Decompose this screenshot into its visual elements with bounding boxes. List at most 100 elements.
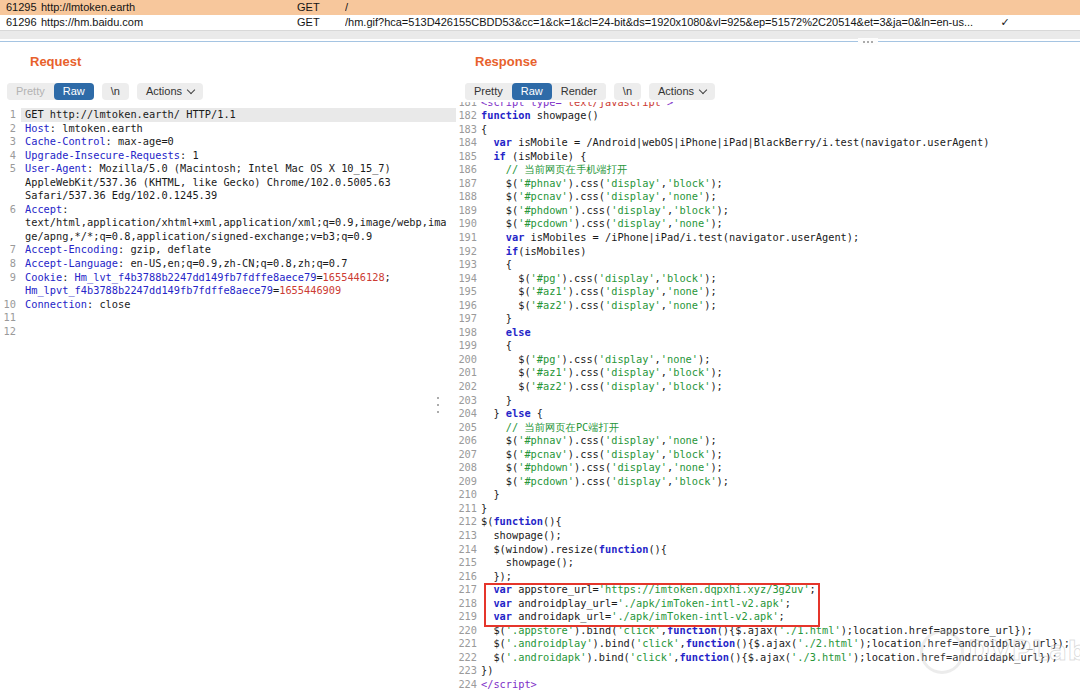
line-number: 8	[0, 257, 16, 271]
line-number: 4	[0, 149, 16, 163]
line-number: 2	[0, 122, 16, 136]
line-content: $(function(){	[481, 515, 562, 529]
chevron-down-icon	[699, 86, 707, 94]
code-line: 184 var isMobile = /Android|webOS|iPhone…	[458, 136, 1080, 150]
line-content: $('#pcnav').css('display','block');	[481, 448, 723, 462]
line-number: 183	[458, 123, 477, 137]
code-line: 207 $('#pcnav').css('display','block');	[458, 448, 1080, 462]
line-number: 204	[458, 407, 477, 421]
line-content: // 当前网页在手机端打开	[481, 163, 627, 177]
line-number: 214	[458, 543, 477, 557]
code-line: 3Cache-Control: max-age=0	[0, 135, 456, 149]
line-content: }	[481, 488, 500, 502]
history-row[interactable]: 61295http://lmtoken.earthGET/	[0, 0, 1080, 15]
code-line: 199 {	[458, 339, 1080, 353]
line-number: 191	[458, 231, 477, 245]
code-line: 222 $('.androidapk').bind('click',functi…	[458, 651, 1080, 665]
line-content: </script>	[481, 678, 537, 692]
code-line: 185 if (isMobile) {	[458, 150, 1080, 164]
line-number: 215	[458, 556, 477, 570]
code-line: 192 if(isMobiles)	[458, 245, 1080, 259]
code-line: 205 // 当前网页在PC端打开	[458, 421, 1080, 435]
line-content: }	[481, 312, 512, 326]
line-content: $('#phnav').css('display','block');	[481, 177, 723, 191]
code-line: 209 $('#pcdown').css('display','block');	[458, 475, 1080, 489]
line-number: 209	[458, 475, 477, 489]
chevron-down-icon	[187, 86, 195, 94]
code-line: 190 $('#pcdown').css('display','none');	[458, 217, 1080, 231]
line-number: 208	[458, 461, 477, 475]
line-number: 222	[458, 651, 477, 665]
line-number: 223	[458, 664, 477, 678]
history-cell-url: /	[345, 0, 990, 15]
line-number: 203	[458, 394, 477, 408]
horizontal-splitter[interactable]	[0, 30, 1080, 39]
line-content: function showpage()	[481, 109, 599, 123]
code-line: 210 }	[458, 488, 1080, 502]
code-line: 197 }	[458, 312, 1080, 326]
code-line: 196 $('#az2').css('display','none');	[458, 299, 1080, 313]
code-line: 187 $('#phnav').css('display','block');	[458, 177, 1080, 191]
tab-raw[interactable]: Raw	[54, 83, 94, 100]
tab-pretty[interactable]: Pretty	[7, 83, 54, 100]
line-content: if (isMobile) {	[481, 150, 586, 164]
line-number: 206	[458, 434, 477, 448]
line-number: 12	[0, 325, 16, 339]
tab-actions[interactable]: Actions	[649, 83, 715, 100]
request-editor[interactable]: 1GET http://lmtoken.earth/ HTTP/1.12Host…	[0, 108, 456, 338]
line-number: 211	[458, 502, 477, 516]
code-line: 213 showpage();	[458, 529, 1080, 543]
line-number: 11	[0, 311, 16, 325]
code-line: 7Accept-Encoding: gzip, deflate	[0, 243, 456, 257]
code-line: 6Accept: text/html,application/xhtml+xml…	[0, 203, 456, 244]
line-content: $('#phdown').css('display','none');	[481, 461, 723, 475]
panel-focus-border	[0, 41, 1080, 43]
annotation-highlight-box	[484, 583, 820, 627]
line-content: $('#az1').css('display','block');	[481, 366, 723, 380]
code-line: 12	[0, 325, 456, 339]
tab-pretty[interactable]: Pretty	[465, 83, 512, 100]
line-number: 185	[458, 150, 477, 164]
line-content: Cache-Control: max-age=0	[21, 135, 449, 149]
splitter-grip-icon[interactable]	[858, 38, 878, 45]
line-number: 193	[458, 258, 477, 272]
line-number: 199	[458, 339, 477, 353]
tab-raw[interactable]: Raw	[512, 83, 552, 100]
line-number: 197	[458, 312, 477, 326]
code-line: 191 var isMobiles = /iPhone|iPad/i.test(…	[458, 231, 1080, 245]
vertical-splitter-grip[interactable]	[436, 397, 440, 413]
line-content: else	[481, 326, 531, 340]
line-content: $('#pcdown').css('display','block');	[481, 475, 729, 489]
line-content: }	[481, 502, 487, 516]
line-number: 6	[0, 203, 16, 244]
code-line: 5User-Agent: Mozilla/5.0 (Macintosh; Int…	[0, 162, 456, 203]
http-history-table: 61295http://lmtoken.earthGET/61296https:…	[0, 0, 1080, 30]
tab-newline[interactable]: \n	[102, 83, 129, 100]
line-content: $(window).resize(function(){	[481, 543, 667, 557]
line-content: if(isMobiles)	[481, 245, 586, 259]
code-line: 181<script type="text/javascript">	[458, 102, 1080, 109]
line-number: 186	[458, 163, 477, 177]
line-number: 181	[458, 102, 477, 109]
line-number: 216	[458, 570, 477, 584]
line-content: User-Agent: Mozilla/5.0 (Macintosh; Inte…	[21, 162, 449, 203]
code-line: 1GET http://lmtoken.earth/ HTTP/1.1	[0, 108, 456, 122]
code-line: 212$(function(){	[458, 515, 1080, 529]
tab-newline[interactable]: \n	[614, 83, 641, 100]
code-line: 195 $('#az1').css('display','none');	[458, 285, 1080, 299]
code-line: 186 // 当前网页在手机端打开	[458, 163, 1080, 177]
code-line: 223})	[458, 664, 1080, 678]
code-line: 194 $('#pg').css('display','block');	[458, 272, 1080, 286]
tab-render[interactable]: Render	[552, 83, 606, 100]
code-line: 221 $('.androidplay').bind('click',funct…	[458, 637, 1080, 651]
line-number: 198	[458, 326, 477, 340]
code-line: 9Cookie: Hm_lvt_f4b3788b2247dd149fb7fdff…	[0, 271, 456, 298]
history-row[interactable]: 61296https://hm.baidu.comGET/hm.gif?hca=…	[0, 15, 1080, 30]
code-line: 214 $(window).resize(function(){	[458, 543, 1080, 557]
line-content: $('#phnav').css('display','none');	[481, 434, 717, 448]
code-line: 215 showpage();	[458, 556, 1080, 570]
line-number: 201	[458, 366, 477, 380]
history-cell-host: https://hm.baidu.com	[41, 15, 291, 30]
line-content: var isMobile = /Android|webOS|iPhone|iPa…	[481, 136, 989, 150]
tab-actions[interactable]: Actions	[137, 83, 203, 100]
